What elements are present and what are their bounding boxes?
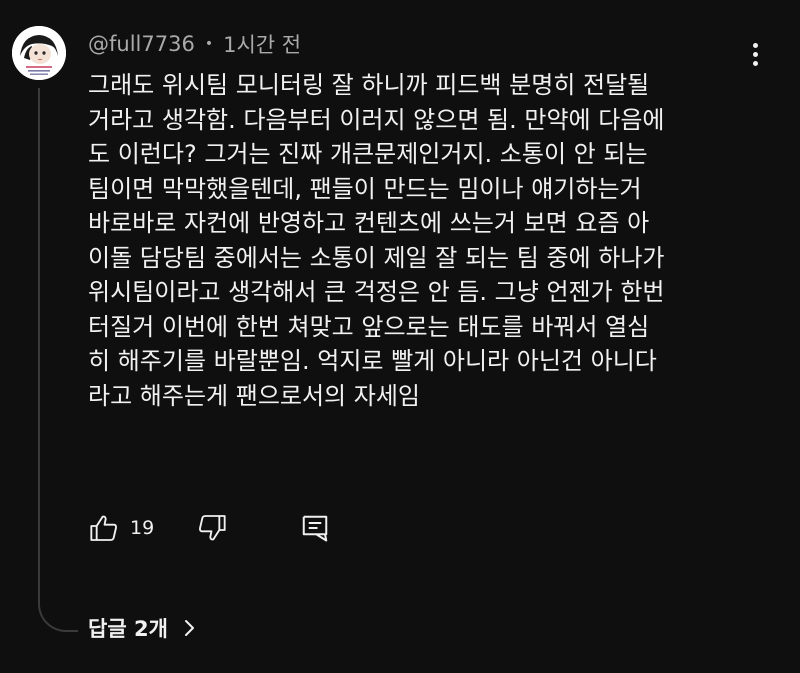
comment-line: 그래도 위시팀 모니터링 잘 하니까 피드백 분명히 전달될 <box>88 71 650 99</box>
comment-actions: 19 <box>88 508 330 548</box>
comment-author[interactable]: @full7736 <box>88 32 195 56</box>
thumbs-down-icon <box>199 515 226 541</box>
comment-line: 도 이런다? 그거는 진짜 개큰문제인거지. 소통이 안 되는 <box>88 140 648 168</box>
replies-label: 답글 2개 <box>88 617 168 641</box>
comment-line: 거라고 생각함. 다음부터 이러지 않으면 됨. 만약에 다음에 <box>88 105 665 134</box>
comment-line: 위시팀이라고 생각해서 큰 걱정은 안 듬. 그냥 언젠가 한번 <box>88 278 665 306</box>
view-replies-button[interactable]: 답글 2개 <box>88 610 196 646</box>
comment-line: 팀이면 막막했을텐데, 팬들이 만드는 밈이나 얘기하는거 <box>88 174 642 203</box>
thumbs-up-icon <box>90 515 117 541</box>
comment-line: 라고 해주는게 팬으로서의 자세임 <box>88 381 421 410</box>
like-count: 19 <box>130 517 155 539</box>
comment-header: @full7736 • 1시간 전 <box>88 28 301 60</box>
dislike-button[interactable] <box>196 508 228 548</box>
comment-line: 이돌 담당팀 중에서는 소통이 제일 잘 되는 팀 중에 하나가 <box>88 243 665 272</box>
comment-timestamp[interactable]: 1시간 전 <box>223 29 301 59</box>
comment-line: 바로바로 자컨에 반영하고 컨텐츠에 쓰는거 보면 요즘 아 <box>88 209 650 237</box>
comment-line: 히 해주기를 바랄뿐임. 억지로 빨게 아니라 아닌건 아니다 <box>88 347 657 375</box>
chevron-right-icon <box>184 618 196 638</box>
avatar-image <box>12 26 66 80</box>
header-separator: • <box>204 36 214 52</box>
comment-line: 터질거 이번에 한번 쳐맞고 앞으로는 태도를 바꿔서 열심 <box>88 312 650 341</box>
like-button[interactable]: 19 <box>88 508 154 548</box>
reply-thread-line <box>38 88 78 632</box>
reply-comment-icon <box>302 515 328 542</box>
comment-body: 그래도 위시팀 모니터링 잘 하니까 피드백 분명히 전달될 거라고 생각함. … <box>88 68 748 413</box>
reply-button[interactable] <box>300 508 330 548</box>
avatar[interactable] <box>12 26 66 80</box>
